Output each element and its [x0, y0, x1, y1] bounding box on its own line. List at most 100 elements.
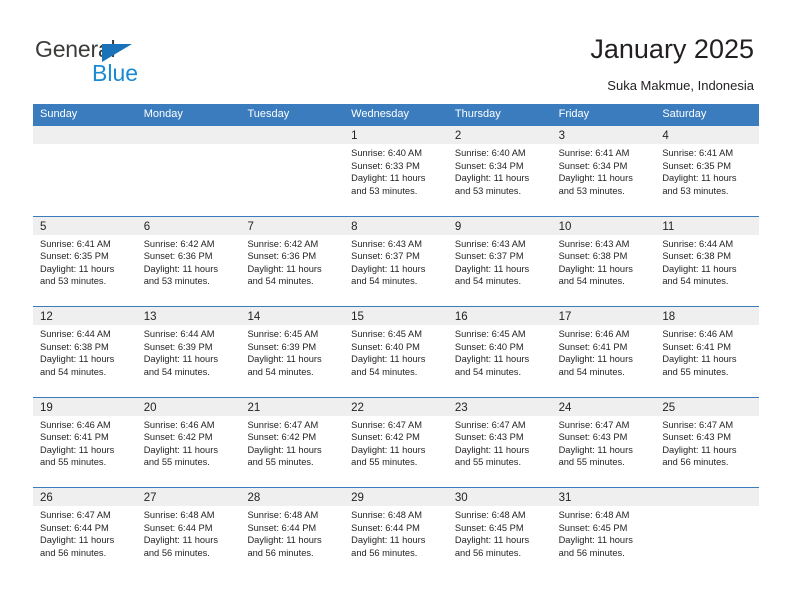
- day-number-band: [240, 126, 345, 144]
- daylight-text-line1: Daylight: 11 hours: [351, 444, 426, 455]
- day-info: Sunrise: 6:48 AM Sunset: 6:44 PM Dayligh…: [137, 506, 241, 559]
- daylight-text-line1: Daylight: 11 hours: [143, 535, 218, 546]
- daylight-text-line1: Daylight: 11 hours: [143, 444, 218, 455]
- day-number-band: 25: [655, 397, 760, 416]
- day-number-band: 10: [551, 216, 656, 235]
- day-number-band: [33, 126, 137, 144]
- day-cell[interactable]: [136, 126, 241, 216]
- sunset-text: Sunset: 6:43 PM: [558, 432, 628, 443]
- daylight-text-line1: Daylight: 11 hours: [247, 444, 322, 455]
- day-number: [655, 492, 662, 504]
- day-number-band: 16: [447, 307, 552, 325]
- day-number: [240, 130, 247, 142]
- day-cell[interactable]: 19 Sunrise: 6:46 AM Sunset: 6:41 PM Dayl…: [33, 397, 137, 488]
- day-number-band: 19: [33, 397, 137, 416]
- day-number-band: 18: [655, 307, 760, 325]
- day-cell[interactable]: 14 Sunrise: 6:45 AM Sunset: 6:39 PM Dayl…: [240, 307, 345, 397]
- day-cell[interactable]: 6 Sunrise: 6:42 AM Sunset: 6:36 PM Dayli…: [136, 216, 241, 307]
- day-number-band: 26: [33, 488, 137, 506]
- weekday-header-monday: Monday: [143, 108, 183, 120]
- day-cell[interactable]: [33, 126, 137, 216]
- sunrise-text: Sunrise: 6:48 AM: [143, 510, 215, 520]
- day-cell[interactable]: 28 Sunrise: 6:48 AM Sunset: 6:44 PM Dayl…: [240, 488, 345, 578]
- day-cell[interactable]: 3 Sunrise: 6:41 AM Sunset: 6:34 PM Dayli…: [551, 126, 656, 216]
- day-number: 13: [143, 311, 157, 323]
- day-cell[interactable]: 13 Sunrise: 6:44 AM Sunset: 6:39 PM Dayl…: [136, 307, 241, 397]
- day-info: Sunrise: 6:41 AM Sunset: 6:35 PM Dayligh…: [655, 144, 759, 197]
- day-cell[interactable]: 18 Sunrise: 6:46 AM Sunset: 6:41 PM Dayl…: [655, 307, 760, 397]
- day-cell[interactable]: 1 Sunrise: 6:40 AM Sunset: 6:33 PM Dayli…: [344, 126, 448, 216]
- day-number-band: 7: [240, 216, 345, 235]
- day-cell[interactable]: [655, 488, 760, 578]
- day-number: 11: [662, 220, 675, 233]
- day-cell[interactable]: 9 Sunrise: 6:43 AM Sunset: 6:37 PM Dayli…: [447, 216, 552, 307]
- sunrise-text: Sunrise: 6:45 AM: [351, 329, 422, 339]
- day-cell[interactable]: 4 Sunrise: 6:41 AM Sunset: 6:35 PM Dayli…: [655, 126, 760, 216]
- daylight-text-line2: and 54 minutes.: [558, 366, 625, 377]
- day-number: 18: [662, 311, 676, 323]
- day-number-band: 17: [551, 307, 656, 325]
- day-number-band: [655, 488, 760, 506]
- sunrise-text: Sunrise: 6:48 AM: [351, 510, 422, 520]
- daylight-text-line2: and 55 minutes.: [143, 457, 210, 468]
- daylight-text-line2: and 54 minutes.: [454, 276, 522, 287]
- day-cell[interactable]: 26 Sunrise: 6:47 AM Sunset: 6:44 PM Dayl…: [33, 488, 137, 578]
- day-info: Sunrise: 6:48 AM Sunset: 6:44 PM Dayligh…: [344, 506, 448, 559]
- sunset-text: Sunset: 6:39 PM: [143, 341, 213, 352]
- daylight-text-line2: and 54 minutes.: [247, 276, 314, 287]
- sunset-text: Sunset: 6:43 PM: [454, 432, 524, 443]
- daylight-text-line1: Daylight: 11 hours: [351, 354, 426, 365]
- general-blue-logo[interactable]: General Blue: [35, 36, 215, 86]
- day-cell[interactable]: 16 Sunrise: 6:45 AM Sunset: 6:40 PM Dayl…: [447, 307, 552, 397]
- day-info: Sunrise: 6:43 AM Sunset: 6:37 PM Dayligh…: [448, 235, 552, 288]
- sunset-text: Sunset: 6:44 PM: [351, 522, 420, 533]
- day-number-band: 28: [240, 488, 345, 506]
- day-cell[interactable]: 24 Sunrise: 6:47 AM Sunset: 6:43 PM Dayl…: [551, 397, 656, 488]
- day-number-band: 5: [33, 216, 137, 235]
- day-cell[interactable]: 22 Sunrise: 6:47 AM Sunset: 6:42 PM Dayl…: [344, 397, 448, 488]
- day-cell[interactable]: 25 Sunrise: 6:47 AM Sunset: 6:43 PM Dayl…: [655, 397, 760, 488]
- sunrise-text: Sunrise: 6:44 AM: [143, 329, 215, 339]
- day-number-band: [136, 126, 241, 144]
- day-cell[interactable]: 30 Sunrise: 6:48 AM Sunset: 6:45 PM Dayl…: [447, 488, 552, 578]
- day-cell[interactable]: 20 Sunrise: 6:46 AM Sunset: 6:42 PM Dayl…: [136, 397, 241, 488]
- daylight-text-line1: Daylight: 11 hours: [558, 444, 633, 455]
- day-number-band: 13: [136, 307, 241, 325]
- day-cell[interactable]: 7 Sunrise: 6:42 AM Sunset: 6:36 PM Dayli…: [240, 216, 345, 307]
- day-cell[interactable]: 31 Sunrise: 6:48 AM Sunset: 6:45 PM Dayl…: [551, 488, 656, 578]
- day-cell[interactable]: 11 Sunrise: 6:44 AM Sunset: 6:38 PM Dayl…: [655, 216, 760, 307]
- week-row: 12 Sunrise: 6:44 AM Sunset: 6:38 PM Dayl…: [33, 306, 760, 397]
- day-cell[interactable]: 15 Sunrise: 6:45 AM Sunset: 6:40 PM Dayl…: [344, 307, 448, 397]
- day-info: Sunrise: 6:48 AM Sunset: 6:44 PM Dayligh…: [240, 506, 344, 559]
- day-number: 9: [454, 220, 462, 233]
- daylight-text-line2: and 56 minutes.: [40, 547, 107, 558]
- week-row: 1 Sunrise: 6:40 AM Sunset: 6:33 PM Dayli…: [33, 125, 760, 216]
- day-cell[interactable]: 29 Sunrise: 6:48 AM Sunset: 6:44 PM Dayl…: [344, 488, 448, 578]
- day-cell[interactable]: 27 Sunrise: 6:48 AM Sunset: 6:44 PM Dayl…: [136, 488, 241, 578]
- day-cell[interactable]: 12 Sunrise: 6:44 AM Sunset: 6:38 PM Dayl…: [33, 307, 137, 397]
- day-cell[interactable]: 10 Sunrise: 6:43 AM Sunset: 6:38 PM Dayl…: [551, 216, 656, 307]
- day-info: Sunrise: 6:43 AM Sunset: 6:37 PM Dayligh…: [344, 235, 448, 288]
- day-number-band: 14: [240, 307, 345, 325]
- day-info: Sunrise: 6:44 AM Sunset: 6:38 PM Dayligh…: [33, 325, 137, 378]
- sunrise-text: Sunrise: 6:48 AM: [454, 510, 526, 520]
- day-number: 15: [351, 311, 364, 323]
- day-cell[interactable]: 2 Sunrise: 6:40 AM Sunset: 6:34 PM Dayli…: [447, 126, 552, 216]
- day-cell[interactable]: 17 Sunrise: 6:46 AM Sunset: 6:41 PM Dayl…: [551, 307, 656, 397]
- day-cell[interactable]: 23 Sunrise: 6:47 AM Sunset: 6:43 PM Dayl…: [447, 397, 552, 488]
- day-cell[interactable]: 5 Sunrise: 6:41 AM Sunset: 6:35 PM Dayli…: [33, 216, 137, 307]
- day-number-band: 15: [344, 307, 448, 325]
- weekday-header-wednesday: Wednesday: [351, 108, 410, 120]
- daylight-text-line2: and 53 minutes.: [558, 185, 625, 196]
- sunset-text: Sunset: 6:42 PM: [351, 432, 420, 443]
- day-cell[interactable]: [240, 126, 345, 216]
- day-cell[interactable]: 21 Sunrise: 6:47 AM Sunset: 6:42 PM Dayl…: [240, 397, 345, 488]
- day-cell[interactable]: 8 Sunrise: 6:43 AM Sunset: 6:37 PM Dayli…: [344, 216, 448, 307]
- sunset-text: Sunset: 6:39 PM: [247, 341, 317, 352]
- day-number: [33, 130, 40, 142]
- day-info: Sunrise: 6:43 AM Sunset: 6:38 PM Dayligh…: [552, 235, 656, 288]
- sunrise-text: Sunrise: 6:46 AM: [40, 419, 111, 430]
- day-number-band: 12: [33, 307, 137, 325]
- daylight-text-line1: Daylight: 11 hours: [247, 535, 322, 546]
- day-info: Sunrise: 6:46 AM Sunset: 6:42 PM Dayligh…: [137, 416, 241, 469]
